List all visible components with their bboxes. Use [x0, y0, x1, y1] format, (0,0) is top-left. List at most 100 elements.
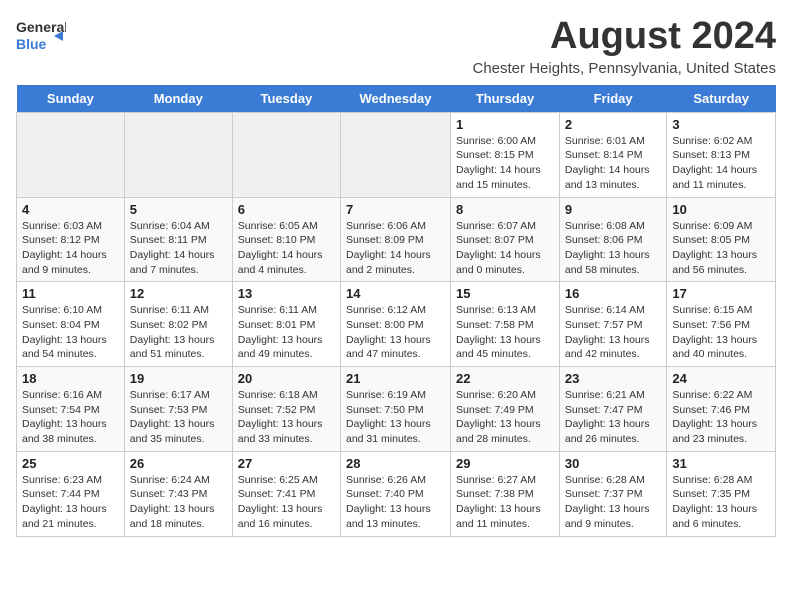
page-title: August 2024 [473, 16, 777, 58]
cell-content: Sunrise: 6:01 AM Sunset: 8:14 PM Dayligh… [565, 134, 662, 193]
calendar-cell [232, 112, 340, 197]
calendar-cell: 24 Sunrise: 6:22 AM Sunset: 7:46 PM Dayli… [667, 367, 776, 452]
calendar-cell: 9 Sunrise: 6:08 AM Sunset: 8:06 PM Daylig… [559, 197, 667, 282]
calendar-table: SundayMondayTuesdayWednesdayThursdayFrid… [16, 85, 776, 537]
date-number: 5 [130, 202, 227, 217]
header: GeneralBlue August 2024 Chester Heights,… [16, 16, 776, 77]
cell-content: Sunrise: 6:25 AM Sunset: 7:41 PM Dayligh… [238, 473, 335, 532]
calendar-cell: 12 Sunrise: 6:11 AM Sunset: 8:02 PM Dayli… [124, 282, 232, 367]
calendar-cell: 31 Sunrise: 6:28 AM Sunset: 7:35 PM Dayli… [667, 451, 776, 536]
calendar-cell: 7 Sunrise: 6:06 AM Sunset: 8:09 PM Daylig… [341, 197, 451, 282]
calendar-cell: 20 Sunrise: 6:18 AM Sunset: 7:52 PM Dayli… [232, 367, 340, 452]
calendar-cell: 29 Sunrise: 6:27 AM Sunset: 7:38 PM Dayli… [451, 451, 560, 536]
cell-content: Sunrise: 6:13 AM Sunset: 7:58 PM Dayligh… [456, 303, 554, 362]
column-header-wednesday: Wednesday [341, 85, 451, 113]
calendar-cell: 23Sunrise: 6:21 AM Sunset: 7:47 PM Dayli… [559, 367, 667, 452]
calendar-cell: 18 Sunrise: 6:16 AM Sunset: 7:54 PM Dayli… [17, 367, 125, 452]
date-number: 22 [456, 371, 554, 386]
cell-content: Sunrise: 6:05 AM Sunset: 8:10 PM Dayligh… [238, 219, 335, 278]
calendar-cell: 28Sunrise: 6:26 AM Sunset: 7:40 PM Dayli… [341, 451, 451, 536]
cell-content: Sunrise: 6:10 AM Sunset: 8:04 PM Dayligh… [22, 303, 119, 362]
column-header-friday: Friday [559, 85, 667, 113]
calendar-cell: 19Sunrise: 6:17 AM Sunset: 7:53 PM Dayli… [124, 367, 232, 452]
calendar-cell: 4 Sunrise: 6:03 AM Sunset: 8:12 PM Daylig… [17, 197, 125, 282]
cell-content: Sunrise: 6:15 AM Sunset: 7:56 PM Dayligh… [672, 303, 770, 362]
calendar-cell: 11 Sunrise: 6:10 AM Sunset: 8:04 PM Dayli… [17, 282, 125, 367]
date-number: 27 [238, 456, 335, 471]
column-header-monday: Monday [124, 85, 232, 113]
date-number: 19 [130, 371, 227, 386]
cell-content: Sunrise: 6:04 AM Sunset: 8:11 PM Dayligh… [130, 219, 227, 278]
calendar-cell [17, 112, 125, 197]
calendar-cell: 5 Sunrise: 6:04 AM Sunset: 8:11 PM Daylig… [124, 197, 232, 282]
column-header-thursday: Thursday [451, 85, 560, 113]
cell-content: Sunrise: 6:16 AM Sunset: 7:54 PM Dayligh… [22, 388, 119, 447]
date-number: 29 [456, 456, 554, 471]
date-number: 2 [565, 117, 662, 132]
date-number: 13 [238, 286, 335, 301]
cell-content: Sunrise: 6:24 AM Sunset: 7:43 PM Dayligh… [130, 473, 227, 532]
cell-content: Sunrise: 6:12 AM Sunset: 8:00 PM Dayligh… [346, 303, 445, 362]
date-number: 12 [130, 286, 227, 301]
date-number: 28 [346, 456, 445, 471]
calendar-cell: 26 Sunrise: 6:24 AM Sunset: 7:43 PM Dayli… [124, 451, 232, 536]
cell-content: Sunrise: 6:07 AM Sunset: 8:07 PM Dayligh… [456, 219, 554, 278]
calendar-week-2: 4 Sunrise: 6:03 AM Sunset: 8:12 PM Daylig… [17, 197, 776, 282]
column-header-tuesday: Tuesday [232, 85, 340, 113]
cell-content: Sunrise: 6:20 AM Sunset: 7:49 PM Dayligh… [456, 388, 554, 447]
date-number: 17 [672, 286, 770, 301]
date-number: 11 [22, 286, 119, 301]
logo: GeneralBlue [16, 16, 66, 54]
date-number: 26 [130, 456, 227, 471]
calendar-week-3: 11 Sunrise: 6:10 AM Sunset: 8:04 PM Dayli… [17, 282, 776, 367]
cell-content: Sunrise: 6:19 AM Sunset: 7:50 PM Dayligh… [346, 388, 445, 447]
calendar-cell: 10Sunrise: 6:09 AM Sunset: 8:05 PM Dayli… [667, 197, 776, 282]
logo-icon: GeneralBlue [16, 16, 66, 54]
cell-content: Sunrise: 6:00 AM Sunset: 8:15 PM Dayligh… [456, 134, 554, 193]
date-number: 7 [346, 202, 445, 217]
date-number: 30 [565, 456, 662, 471]
cell-content: Sunrise: 6:06 AM Sunset: 8:09 PM Dayligh… [346, 219, 445, 278]
calendar-cell: 1Sunrise: 6:00 AM Sunset: 8:15 PM Daylig… [451, 112, 560, 197]
header-row: SundayMondayTuesdayWednesdayThursdayFrid… [17, 85, 776, 113]
cell-content: Sunrise: 6:11 AM Sunset: 8:01 PM Dayligh… [238, 303, 335, 362]
calendar-cell: 13 Sunrise: 6:11 AM Sunset: 8:01 PM Dayli… [232, 282, 340, 367]
date-number: 24 [672, 371, 770, 386]
cell-content: Sunrise: 6:09 AM Sunset: 8:05 PM Dayligh… [672, 219, 770, 278]
cell-content: Sunrise: 6:11 AM Sunset: 8:02 PM Dayligh… [130, 303, 227, 362]
calendar-week-5: 25Sunrise: 6:23 AM Sunset: 7:44 PM Dayli… [17, 451, 776, 536]
date-number: 4 [22, 202, 119, 217]
column-header-saturday: Saturday [667, 85, 776, 113]
date-number: 31 [672, 456, 770, 471]
calendar-cell [341, 112, 451, 197]
page-subtitle: Chester Heights, Pennsylvania, United St… [473, 60, 777, 77]
date-number: 25 [22, 456, 119, 471]
calendar-cell: 17 Sunrise: 6:15 AM Sunset: 7:56 PM Dayli… [667, 282, 776, 367]
date-number: 9 [565, 202, 662, 217]
cell-content: Sunrise: 6:27 AM Sunset: 7:38 PM Dayligh… [456, 473, 554, 532]
date-number: 23 [565, 371, 662, 386]
calendar-cell: 22 Sunrise: 6:20 AM Sunset: 7:49 PM Dayli… [451, 367, 560, 452]
calendar-cell: 25Sunrise: 6:23 AM Sunset: 7:44 PM Dayli… [17, 451, 125, 536]
svg-text:General: General [16, 19, 66, 35]
calendar-week-4: 18 Sunrise: 6:16 AM Sunset: 7:54 PM Dayli… [17, 367, 776, 452]
calendar-cell: 6Sunrise: 6:05 AM Sunset: 8:10 PM Daylig… [232, 197, 340, 282]
cell-content: Sunrise: 6:08 AM Sunset: 8:06 PM Dayligh… [565, 219, 662, 278]
date-number: 16 [565, 286, 662, 301]
calendar-cell [124, 112, 232, 197]
date-number: 21 [346, 371, 445, 386]
cell-content: Sunrise: 6:18 AM Sunset: 7:52 PM Dayligh… [238, 388, 335, 447]
calendar-cell: 14Sunrise: 6:12 AM Sunset: 8:00 PM Dayli… [341, 282, 451, 367]
cell-content: Sunrise: 6:03 AM Sunset: 8:12 PM Dayligh… [22, 219, 119, 278]
cell-content: Sunrise: 6:02 AM Sunset: 8:13 PM Dayligh… [672, 134, 770, 193]
date-number: 3 [672, 117, 770, 132]
cell-content: Sunrise: 6:14 AM Sunset: 7:57 PM Dayligh… [565, 303, 662, 362]
date-number: 18 [22, 371, 119, 386]
column-header-sunday: Sunday [17, 85, 125, 113]
cell-content: Sunrise: 6:28 AM Sunset: 7:35 PM Dayligh… [672, 473, 770, 532]
date-number: 20 [238, 371, 335, 386]
cell-content: Sunrise: 6:22 AM Sunset: 7:46 PM Dayligh… [672, 388, 770, 447]
calendar-cell: 16 Sunrise: 6:14 AM Sunset: 7:57 PM Dayli… [559, 282, 667, 367]
calendar-cell: 15 Sunrise: 6:13 AM Sunset: 7:58 PM Dayli… [451, 282, 560, 367]
date-number: 15 [456, 286, 554, 301]
